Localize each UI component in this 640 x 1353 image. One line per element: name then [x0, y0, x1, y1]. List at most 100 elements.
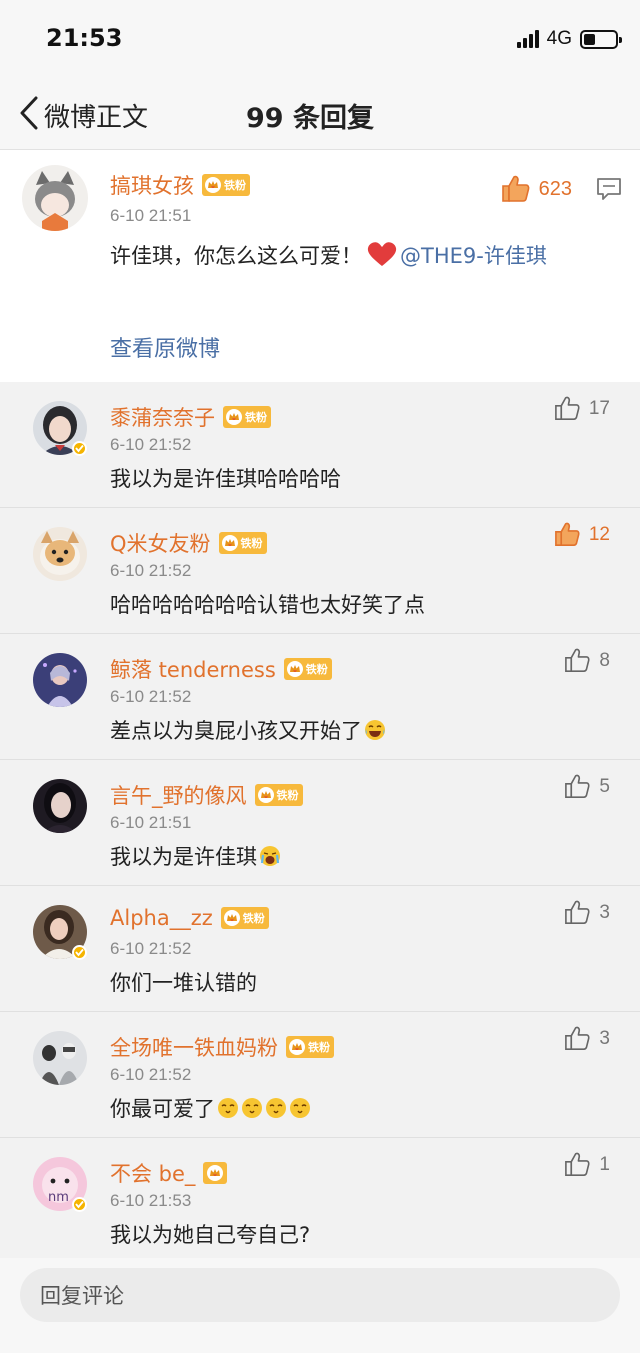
like-button[interactable]: 8 [564, 648, 610, 673]
main-comment: ᐝ 搞琪女孩 铁粉 6-10 21:51 许佳琪，你怎么这么可爱！ @THE9-许… [0, 151, 640, 381]
fan-badge-label: 铁粉 [240, 537, 263, 550]
crown-icon [257, 787, 274, 803]
reply-time: 6-10 21:52 [110, 1065, 192, 1084]
user-name[interactable]: Alpha__zz [110, 906, 213, 930]
verified-icon [72, 441, 87, 456]
reply-time: 6-10 21:53 [110, 1191, 192, 1210]
like-button[interactable]: 623 [501, 175, 572, 203]
crown-icon [207, 1165, 224, 1181]
user-name[interactable]: Q米女友粉 [110, 528, 211, 558]
like-count: 623 [538, 177, 572, 200]
like-button[interactable]: 12 [554, 522, 610, 547]
reply-list: 黍蒲奈奈子 铁粉 6-10 21:52 我以为是许佳琪哈哈哈哈 17 Q米女友粉… [0, 382, 640, 1264]
kiss-emoji-icon [218, 1098, 238, 1118]
view-original-link[interactable]: 查看原微博 [110, 331, 220, 363]
comment-icon [597, 178, 621, 200]
user-name[interactable]: 全场唯一铁血妈粉 [110, 1032, 278, 1062]
reply-header: 不会 be_ [110, 1158, 228, 1188]
crown-icon [286, 661, 303, 677]
fan-badge-label: 铁粉 [276, 789, 299, 802]
fan-badge: 铁粉 [220, 907, 269, 929]
avatar[interactable] [33, 779, 87, 833]
user-name[interactable]: 搞琪女孩 [110, 170, 194, 200]
user-name[interactable]: 黍蒲奈奈子 [110, 402, 215, 432]
signal-icon [516, 30, 539, 48]
avatar[interactable] [33, 527, 87, 581]
reply-header: Alpha__zz 铁粉 [110, 906, 269, 930]
reply-body: 你最可爱了 [110, 1097, 215, 1121]
like-count: 1 [599, 1153, 610, 1175]
comment-body: 许佳琪，你怎么这么可爱！ [110, 244, 362, 268]
kiss-emoji-icon [242, 1098, 262, 1118]
reply-time: 6-10 21:52 [110, 939, 192, 958]
reply-header: 言午_野的像风 铁粉 [110, 780, 303, 810]
status-indicators: 4G [516, 28, 622, 50]
reply-item: 言午_野的像风 铁粉 6-10 21:51 我以为是许佳琪 5 [0, 760, 640, 886]
kiss-emoji-icon [266, 1098, 286, 1118]
reply-body: 差点以为臭屁小孩又开始了 [110, 719, 362, 743]
thumbs-up-icon [501, 175, 530, 202]
fan-badge: 铁粉 [202, 174, 250, 196]
page-title: 99 条回复 [246, 103, 374, 134]
thumbs-up-icon [554, 396, 580, 421]
verified-icon [72, 1197, 87, 1212]
crown-icon [205, 177, 221, 193]
like-count: 17 [588, 397, 610, 419]
user-name[interactable]: 鲸落 tenderness [110, 654, 276, 684]
reply-header: 黍蒲奈奈子 铁粉 [110, 402, 271, 432]
fan-badge-label: 铁粉 [245, 411, 267, 424]
reply-header: 鲸落 tenderness 铁粉 [110, 654, 332, 684]
like-button[interactable]: 5 [564, 774, 610, 799]
laughing-emoji-icon [365, 720, 385, 740]
thumbs-up-icon [565, 900, 590, 925]
avatar[interactable] [33, 653, 87, 707]
reply-body: 我以为是许佳琪 [110, 845, 257, 869]
like-count: 12 [588, 523, 610, 545]
status-time: 21:53 [46, 24, 123, 52]
reply-text: 我以为是许佳琪 [110, 838, 281, 876]
main-comment-header: 搞琪女孩 铁粉 [110, 170, 250, 200]
reply-text: 我以为是许佳琪哈哈哈哈 [110, 467, 341, 491]
user-name[interactable]: 言午_野的像风 [110, 780, 247, 810]
thumbs-up-icon [565, 648, 590, 673]
verified-icon [72, 945, 87, 960]
reply-header: Q米女友粉 铁粉 [110, 528, 267, 558]
mention-link[interactable]: @THE9-许佳琪 [400, 244, 547, 268]
fan-badge-label: 铁粉 [308, 1041, 330, 1054]
fan-badge: 铁粉 [286, 1036, 334, 1058]
reply-time: 6-10 21:52 [110, 561, 192, 580]
crown-icon [289, 1039, 305, 1055]
reply-button[interactable] [596, 177, 622, 205]
like-button[interactable]: 3 [564, 900, 610, 925]
reply-text: 你最可爱了 [110, 1090, 311, 1128]
reply-text: 差点以为臭屁小孩又开始了 [110, 712, 386, 750]
reply-item: nm 不会 be_ 6-10 21:53 我以为她自己夸自己? 1 [0, 1138, 640, 1264]
thumbs-up-icon [554, 522, 580, 547]
user-name[interactable]: 不会 be_ [110, 1158, 195, 1188]
svg-text:ᐝ: ᐝ [68, 181, 70, 189]
fan-badge-label: 铁粉 [305, 663, 328, 676]
reply-item: 全场唯一铁血妈粉 铁粉 6-10 21:52 你最可爱了 3 [0, 1012, 640, 1138]
crown-icon [223, 910, 240, 926]
like-button[interactable]: 1 [564, 1152, 610, 1177]
like-button[interactable]: 17 [554, 396, 610, 421]
comment-time: 6-10 21:51 [110, 206, 192, 225]
thumbs-up-icon [565, 774, 590, 799]
reply-item: 鲸落 tenderness 铁粉 6-10 21:52 差点以为臭屁小孩又开始了… [0, 634, 640, 760]
reply-input[interactable]: 回复评论 [20, 1268, 620, 1322]
reply-header: 全场唯一铁血妈粉 铁粉 [110, 1032, 334, 1062]
reply-time: 6-10 21:51 [110, 813, 192, 832]
battery-icon [580, 29, 622, 49]
status-bar: 21:53 4G [0, 0, 640, 80]
like-count: 3 [599, 901, 610, 923]
like-button[interactable]: 3 [564, 1026, 610, 1051]
svg-text:nm: nm [48, 1190, 69, 1205]
reply-time: 6-10 21:52 [110, 435, 192, 454]
avatar[interactable] [33, 1031, 87, 1085]
fan-badge: 铁粉 [223, 406, 271, 428]
thumbs-up-icon [565, 1152, 590, 1177]
fan-badge-label: 铁粉 [224, 179, 246, 192]
like-count: 3 [599, 1027, 610, 1049]
avatar[interactable]: ᐝ [22, 165, 88, 231]
reply-text: 你们一堆认错的 [110, 971, 257, 995]
